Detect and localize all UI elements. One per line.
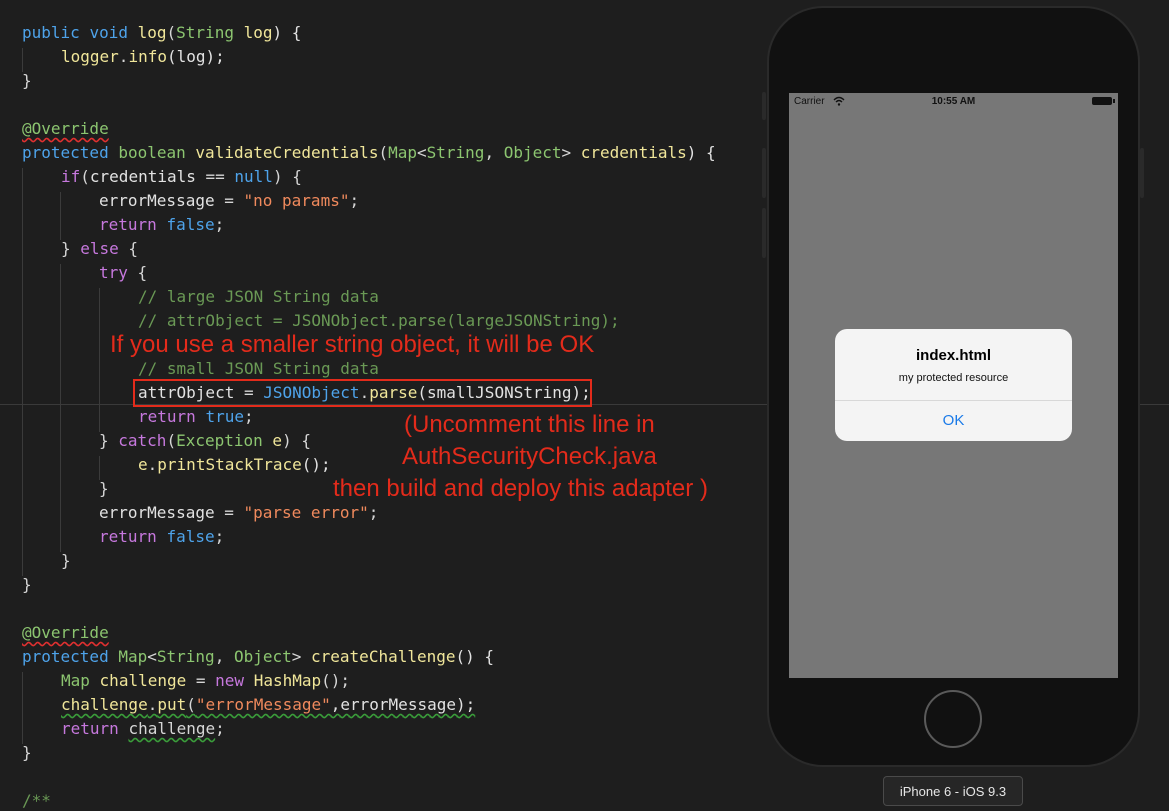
code-line-2: logger.info(log); [61, 47, 225, 66]
code-line-17: } catch(Exception e) { [99, 431, 311, 450]
highlight-box [133, 379, 592, 407]
indent-guide [60, 192, 61, 240]
code-line-7: if(credentials == null) { [61, 167, 302, 186]
code-line-23: } [22, 575, 32, 594]
code-line-30: } [22, 743, 32, 762]
power-button [1140, 148, 1144, 198]
code-line-6: protected boolean validateCredentials(Ma… [22, 143, 716, 162]
mute-switch [762, 92, 766, 120]
code-line-9: return false; [99, 215, 225, 234]
battery-icon [1092, 97, 1115, 105]
indent-guide [99, 288, 100, 432]
annotation-smaller-string: If you use a smaller string object, it w… [110, 331, 595, 358]
volume-down-button [762, 208, 766, 258]
status-time: 10:55 AM [931, 96, 976, 107]
code-line-27: Map challenge = new HashMap(); [61, 671, 351, 690]
volume-up-button [762, 148, 766, 198]
code-line-32: /** [22, 791, 51, 810]
screen-root: public void log(String log) { logger.inf… [0, 0, 1169, 811]
code-line-28: challenge.put("errorMessage",errorMessag… [61, 695, 476, 714]
alert-message: my protected resource [898, 372, 1009, 384]
alert-dialog: index.html my protected resource OK [835, 329, 1072, 441]
code-line-26: protected Map<String, Object> createChal… [22, 647, 495, 666]
annotation-uncomment-line3: then build and deploy this adapter ) [333, 475, 708, 502]
code-line-5: @Override [22, 119, 109, 138]
annotation-uncomment-line2: AuthSecurityCheck.java [402, 443, 657, 470]
code-line-16: return true; [138, 407, 254, 426]
code-line-3: } [22, 71, 32, 90]
code-line-19: } [99, 479, 109, 498]
code-line-11: try { [99, 263, 148, 282]
alert-title: index.html [915, 347, 991, 364]
device-label: iPhone 6 - iOS 9.3 [883, 776, 1023, 806]
status-bar: Carrier 10:55 AM [789, 93, 1118, 111]
code-line-21: return false; [99, 527, 225, 546]
code-line-18: e.printStackTrace(); [138, 455, 331, 474]
annotation-uncomment-line1: (Uncomment this line in [404, 411, 655, 438]
alert-ok-button[interactable]: OK [835, 401, 1072, 441]
code-line-13: // attrObject = JSONObject.parse(largeJS… [138, 311, 620, 330]
home-button-icon[interactable] [924, 690, 982, 748]
code-line-20: errorMessage = "parse error"; [99, 503, 379, 522]
code-line-12: // large JSON String data [138, 287, 379, 306]
simulator-screen[interactable]: Carrier 10:55 AM index.html my protected… [789, 93, 1118, 678]
code-line-25: @Override [22, 623, 109, 642]
code-line-10: } else { [61, 239, 139, 258]
code-line-8: errorMessage = "no params"; [99, 191, 360, 210]
indent-guide [22, 672, 23, 744]
indent-guide [22, 168, 23, 576]
code-line-22: } [61, 551, 71, 570]
code-line-29: return challenge; [61, 719, 225, 738]
code-line-14: // small JSON String data [138, 359, 379, 378]
indent-guide [60, 264, 61, 552]
code-line-1: public void log(String log) { [22, 23, 302, 42]
